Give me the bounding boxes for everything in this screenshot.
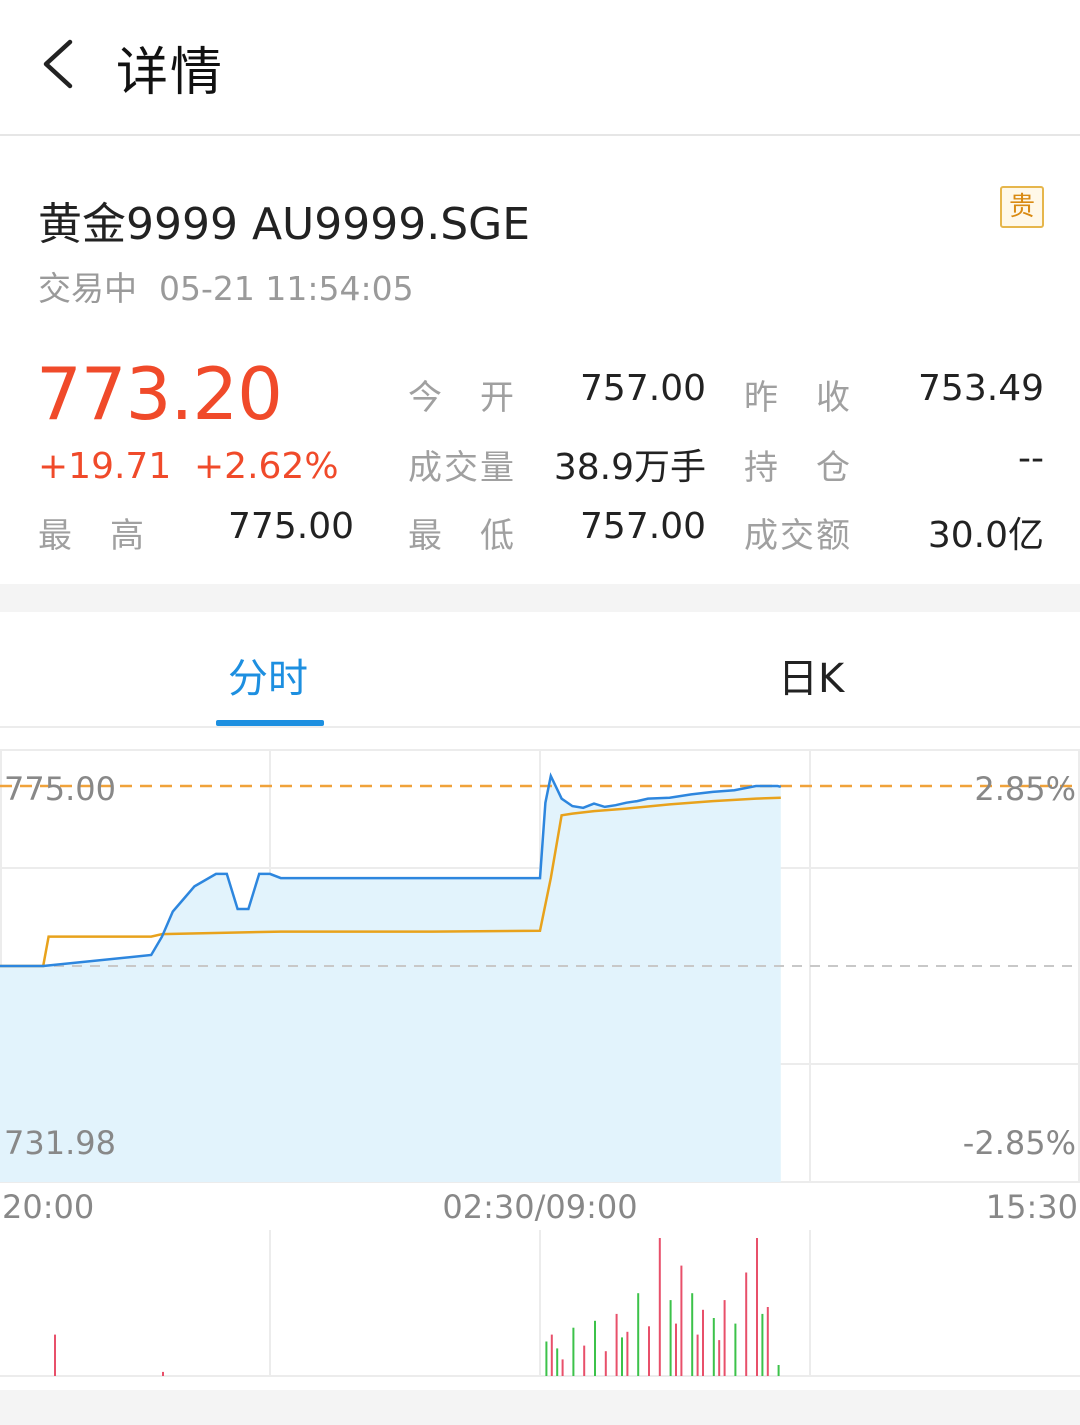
volume-bar [696, 1334, 699, 1376]
x-tick-start: 20:00 [2, 1188, 94, 1226]
volume-bar [680, 1265, 683, 1376]
volume-bar [604, 1351, 607, 1376]
open-interest-value: -- [1018, 438, 1044, 479]
volume-bar [637, 1293, 640, 1376]
volume-bar [777, 1365, 780, 1376]
high-label: 最 高 [38, 516, 146, 556]
last-price: 773.20 [36, 352, 283, 436]
volume-bar [54, 1334, 56, 1376]
page-title: 详情 [116, 43, 225, 103]
y-tick-top-left: 775.00 [4, 770, 116, 808]
intraday-chart-svg: 775.00 731.98 2.85% -2.85% 20:00 02:30/0… [0, 749, 1080, 1377]
volume-bar [734, 1323, 737, 1376]
volume-bar [761, 1313, 764, 1376]
volume-bar [594, 1320, 596, 1376]
bottom-spacer [0, 1390, 1080, 1425]
volume-bar [702, 1309, 704, 1376]
y-tick-top-right: 2.85% [974, 770, 1076, 808]
open-value: 757.00 [580, 368, 706, 409]
trading-status: 交易中 05-21 11:54:05 [38, 262, 414, 310]
x-tick-middle: 02:30/09:00 [442, 1188, 637, 1226]
volume-bar [615, 1313, 618, 1376]
volume-bar [718, 1340, 721, 1376]
volume-bars [54, 1238, 780, 1376]
volume-bar [658, 1238, 661, 1376]
tab-daily-k[interactable]: 日K [778, 646, 844, 704]
open-label: 今 开 [408, 378, 516, 418]
volume-bar [162, 1371, 164, 1376]
volume-label: 成交量 [408, 448, 516, 488]
volume-bar [550, 1334, 553, 1376]
volume-bar [572, 1327, 575, 1376]
volume-bar [583, 1345, 586, 1376]
volume-bar [756, 1238, 758, 1376]
turnover-label: 成交额 [744, 516, 852, 556]
top-nav-bar: 详情 [0, 0, 1080, 136]
tab-intraday[interactable]: 分时 [228, 646, 308, 704]
prev-close-label: 昨 收 [744, 378, 852, 418]
instrument-name: 黄金9999 AU9999.SGE [38, 199, 531, 250]
volume-bar [712, 1318, 715, 1376]
open-interest-label: 持 仓 [744, 448, 852, 488]
volume-bar [621, 1337, 623, 1376]
chart-tabs: 分时 日K [0, 612, 1080, 728]
y-tick-bottom-right: -2.85% [963, 1124, 1076, 1162]
chevron-left-icon [43, 39, 73, 89]
status-label: 交易中 [38, 269, 137, 308]
low-value: 757.00 [580, 506, 706, 547]
status-timestamp: 05-21 11:54:05 [159, 269, 414, 308]
volume-bar [723, 1300, 726, 1376]
volume-bar [545, 1341, 548, 1376]
high-value: 775.00 [228, 506, 354, 547]
volume-grid [0, 1230, 1080, 1377]
quote-panel: 黄金9999 AU9999.SGE 贵 交易中 05-21 11:54:05 77… [0, 136, 1080, 584]
price-change: +19.71 [38, 446, 172, 487]
section-divider [0, 584, 1080, 612]
volume-bar [556, 1348, 559, 1376]
category-badge: 贵 [1000, 186, 1044, 228]
x-tick-end: 15:30 [986, 1188, 1078, 1226]
volume-bar [691, 1293, 694, 1376]
back-button[interactable] [36, 36, 86, 92]
volume-bar [669, 1300, 672, 1376]
volume-bar [745, 1272, 748, 1376]
volume-bar [675, 1323, 677, 1376]
volume-value: 38.9万手 [553, 447, 706, 488]
price-area-fill [0, 776, 781, 1182]
volume-bar [561, 1359, 564, 1376]
prev-close-value: 753.49 [918, 368, 1044, 409]
active-tab-indicator [216, 720, 324, 726]
intraday-chart[interactable]: 775.00 731.98 2.85% -2.85% 20:00 02:30/0… [0, 730, 1080, 1390]
turnover-value: 30.0亿 [927, 515, 1044, 556]
y-tick-bottom-left: 731.98 [4, 1124, 116, 1162]
price-change-percent: +2.62% [194, 446, 339, 487]
volume-bar [626, 1331, 629, 1376]
volume-bar [766, 1307, 769, 1376]
volume-bar [648, 1326, 650, 1376]
low-label: 最 低 [408, 516, 516, 556]
